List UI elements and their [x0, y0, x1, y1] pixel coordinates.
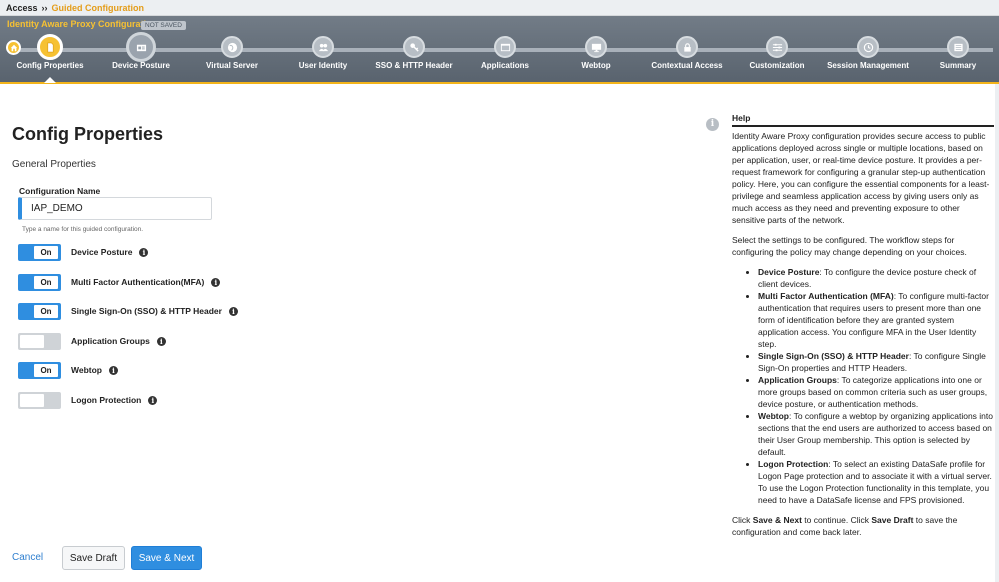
breadcrumb: Access ›› Guided Configuration [0, 0, 999, 16]
info-icon[interactable]: i [109, 365, 119, 375]
help-outro: Click Save & Next to continue. Click Sav… [732, 515, 958, 537]
list-item: Application Groups: To categorize applic… [758, 374, 994, 410]
list-item: Single Sign-On (SSO) & HTTP Header: To c… [758, 350, 994, 374]
list-item: Logon Protection: To select an existing … [758, 458, 994, 506]
active-step-pointer [44, 77, 56, 83]
section-title: General Properties [12, 159, 96, 170]
mfa-toggle[interactable]: On [18, 273, 61, 291]
step-label: Summary [939, 61, 977, 70]
toggle-row-webtop: On Webtop i [18, 361, 119, 379]
breadcrumb-current[interactable]: Guided Configuration [52, 3, 145, 13]
scroll-edge [995, 84, 999, 582]
webtop-toggle[interactable]: On [18, 361, 61, 379]
toggle-label: Logon Protection [71, 395, 142, 405]
toggle-label: Webtop [71, 365, 103, 375]
toggle-state: On [34, 245, 58, 259]
history-icon [857, 36, 879, 58]
toggle-label: Device Posture [71, 247, 133, 257]
help-select: Select the settings to be configured. Th… [732, 235, 967, 257]
toggle-row-logon-protection: Logon Protection i [18, 391, 158, 409]
toggle-row-sso: On Single Sign-On (SSO) & HTTP Header i [18, 302, 238, 320]
configuration-name-hint: Type a name for this guided configuratio… [22, 226, 144, 233]
logon-protection-toggle[interactable] [18, 391, 61, 409]
device-posture-toggle[interactable]: On [18, 243, 61, 261]
help-title: Help [732, 112, 994, 127]
step-summary[interactable]: Summary [903, 36, 999, 70]
list-item: Multi Factor Authentication (MFA): To co… [758, 290, 994, 350]
document-icon [37, 34, 63, 60]
window-icon [494, 36, 516, 58]
cancel-link[interactable]: Cancel [12, 552, 43, 563]
save-next-button[interactable]: Save & Next [131, 546, 202, 570]
toggle-label: Application Groups [71, 336, 150, 346]
save-draft-button[interactable]: Save Draft [62, 546, 125, 570]
globe-icon [221, 36, 243, 58]
toggle-knob [20, 393, 44, 407]
toggle-row-mfa: On Multi Factor Authentication(MFA) i [18, 273, 221, 291]
id-card-icon [126, 32, 156, 62]
help-intro: Identity Aware Proxy configuration provi… [732, 131, 990, 225]
wizard-title: Identity Aware Proxy Configuration [7, 19, 158, 29]
toggle-label: Single Sign-On (SSO) & HTTP Header [71, 306, 222, 316]
page-title: Config Properties [12, 124, 164, 144]
toggle-state: On [34, 363, 58, 377]
sliders-icon [766, 36, 788, 58]
toggle-row-device-posture: On Device Posture i [18, 243, 149, 261]
info-icon[interactable]: i [139, 247, 149, 257]
users-icon [312, 36, 334, 58]
wizard-header: Identity Aware Proxy Configuration NOT S… [0, 16, 999, 84]
configuration-name-input[interactable] [18, 197, 212, 220]
monitor-icon [585, 36, 607, 58]
help-panel: Help Identity Aware Proxy configuration … [732, 112, 994, 546]
sso-toggle[interactable]: On [18, 302, 61, 320]
configuration-name-label: Configuration Name [19, 186, 101, 196]
toggle-label: Multi Factor Authentication(MFA) [71, 277, 205, 287]
help-list: Device Posture: To configure the device … [732, 266, 994, 506]
info-icon[interactable]: i [211, 277, 221, 287]
toggle-state: On [34, 275, 58, 289]
application-groups-toggle[interactable] [18, 332, 61, 350]
list-icon [947, 36, 969, 58]
info-icon[interactable]: i [156, 336, 166, 346]
breadcrumb-separator: ›› [41, 3, 48, 13]
info-icon[interactable]: i [228, 306, 238, 316]
toggle-state: On [34, 304, 58, 318]
info-icon[interactable]: i [148, 395, 158, 405]
list-item: Device Posture: To configure the device … [758, 266, 994, 290]
status-badge: NOT SAVED [141, 21, 186, 30]
lock-icon [676, 36, 698, 58]
toggle-knob [20, 334, 44, 348]
key-icon [403, 36, 425, 58]
help-info-icon[interactable]: i [706, 118, 719, 131]
breadcrumb-root[interactable]: Access [6, 3, 38, 13]
toggle-row-application-groups: Application Groups i [18, 332, 166, 350]
list-item: Webtop: To configure a webtop by organiz… [758, 410, 994, 458]
